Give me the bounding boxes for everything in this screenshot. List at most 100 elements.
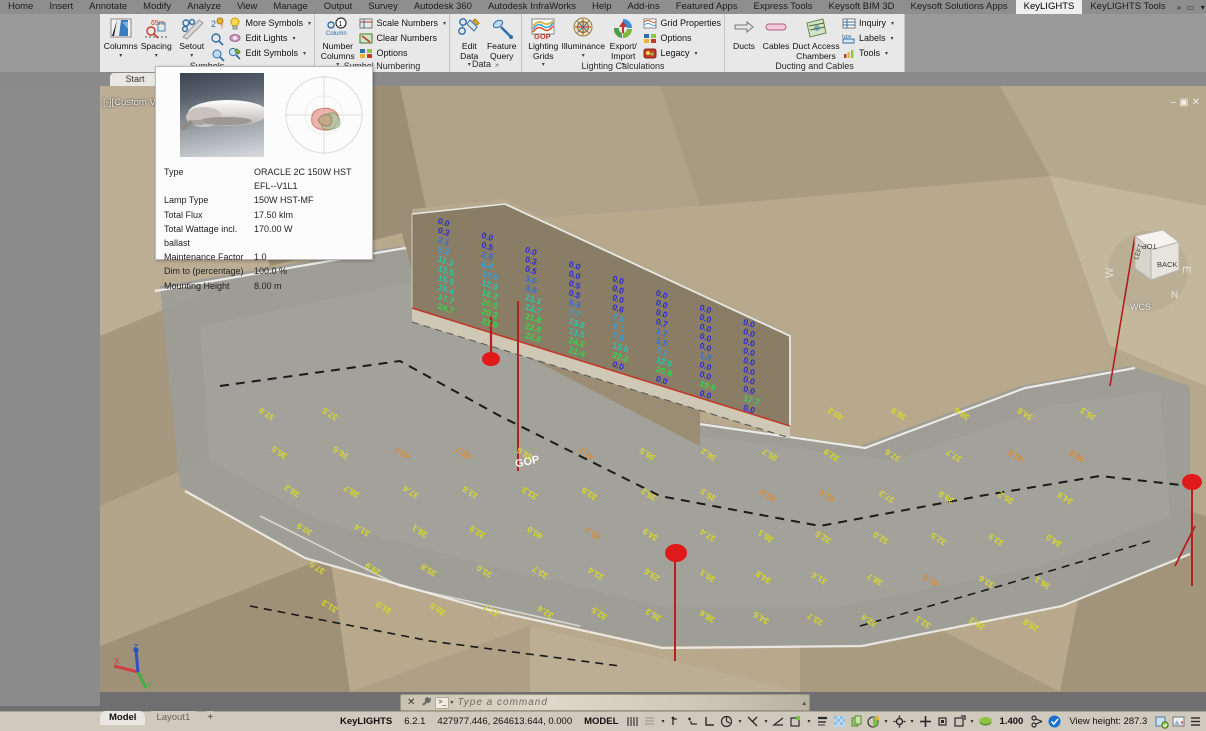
illuminance-button[interactable]: Illuminance ▾	[562, 16, 605, 61]
add-layout-button[interactable]: +	[202, 711, 218, 725]
annotation-monitor-icon[interactable]	[1030, 714, 1045, 729]
viewport-minimize-icon[interactable]: –	[1171, 98, 1177, 108]
ribbon-tab-keylights-tools[interactable]: KeyLIGHTS Tools	[1082, 0, 1173, 14]
document-tab-start[interactable]: Start	[110, 73, 160, 86]
grid-display-icon[interactable]	[625, 714, 640, 729]
ribbon-tab-output[interactable]: Output	[316, 0, 361, 14]
selection-cycling-icon[interactable]	[849, 714, 864, 729]
status-coordinates[interactable]: 427977.446, 264613.644, 0.000	[431, 716, 578, 727]
numbering-options-button[interactable]: Options	[359, 46, 446, 60]
wcs-label[interactable]: WCS	[1130, 302, 1151, 312]
command-history-caret-icon[interactable]: ▾	[450, 699, 453, 706]
workspace-switching-icon[interactable]	[1047, 714, 1062, 729]
ortho-mode-icon[interactable]	[702, 714, 717, 729]
lighting-options-button[interactable]: Options	[643, 31, 721, 45]
ucs-status-caret-icon[interactable]: ▾	[807, 718, 810, 725]
ribbon-tab-survey[interactable]: Survey	[360, 0, 406, 14]
gizmo-icon[interactable]	[935, 714, 950, 729]
tools-caret-icon[interactable]: ▾	[885, 50, 888, 57]
ribbon-tab-insert[interactable]: Insert	[41, 0, 81, 14]
duct-access-chambers-button[interactable]: Duct Access Chambers	[792, 16, 840, 61]
edit-lights-button[interactable]: Edit Lights ▾	[228, 31, 311, 45]
cables-button[interactable]: Cables	[760, 16, 792, 52]
ribbon-tab-add-ins[interactable]: Add-ins	[620, 0, 668, 14]
edit-lights-caret-icon[interactable]: ▾	[292, 35, 295, 42]
viewport-close-icon[interactable]: ✕	[1192, 98, 1200, 108]
tools-button[interactable]: Tools ▾	[842, 46, 894, 60]
grid-properties-button[interactable]: Grid Properties	[643, 16, 721, 30]
model-tab[interactable]: Model	[100, 711, 145, 725]
clear-numbers-button[interactable]: Clear Numbers	[359, 31, 446, 45]
ribbon-tab-keysoft-bim-3d[interactable]: Keysoft BIM 3D	[820, 0, 902, 14]
customization-menu-icon[interactable]	[1188, 714, 1203, 729]
edit-symbols-button[interactable]: Edit Symbols ▾	[228, 46, 311, 60]
ribbon-tab-home[interactable]: Home	[0, 0, 41, 14]
inquiry-button[interactable]: Inquiry ▾	[842, 16, 894, 30]
ribbon-tab-view[interactable]: View	[229, 0, 265, 14]
command-line-customize-icon[interactable]	[418, 696, 435, 710]
ribbon-tab-featured-apps[interactable]: Featured Apps	[668, 0, 746, 14]
ribbon-tab-analyze[interactable]: Analyze	[179, 0, 229, 14]
ribbon-tab-help[interactable]: Help	[584, 0, 620, 14]
command-line[interactable]: ✕ >_ ▾ Type a command ▴	[400, 694, 810, 711]
ribbon-tab-annotate[interactable]: Annotate	[81, 0, 135, 14]
labels-button[interactable]: type Labels ▾	[842, 31, 894, 45]
view-height-label[interactable]: View height: 287.3	[1063, 716, 1153, 727]
more-symbols-caret-icon[interactable]: ▾	[308, 20, 311, 27]
symbol-query-icon[interactable]	[210, 32, 225, 47]
viewcube[interactable]: W E N TOP BACK LEFT	[1105, 226, 1191, 312]
snap-mode-caret-icon[interactable]: ▾	[661, 718, 664, 725]
hardware-acceleration-icon[interactable]	[1154, 714, 1169, 729]
command-input[interactable]: Type a command	[457, 697, 798, 708]
ribbon-tab-autodesk-infraworks[interactable]: Autodesk InfraWorks	[480, 0, 584, 14]
annotation-visibility-caret-icon[interactable]: ▾	[971, 718, 974, 725]
ribbon-tab-express-tools[interactable]: Express Tools	[746, 0, 821, 14]
transparency-icon[interactable]	[832, 714, 847, 729]
ucs-status-icon[interactable]	[788, 714, 803, 729]
polar-tracking-caret-icon[interactable]: ▾	[738, 718, 741, 725]
ducts-button[interactable]: Ducts	[728, 16, 760, 52]
edit-symbols-caret-icon[interactable]: ▾	[303, 50, 306, 57]
object-snap-tracking-icon[interactable]	[771, 714, 786, 729]
infer-constraints-icon[interactable]	[668, 714, 683, 729]
lineweight-icon[interactable]	[815, 714, 830, 729]
legacy-caret-icon[interactable]: ▾	[695, 50, 698, 57]
panel-data-dialog-launcher-icon[interactable]: »	[495, 62, 499, 69]
ribbon-minimize-icon[interactable]: ▭	[1184, 3, 1198, 12]
ribbon-tab-keysoft-solutions-apps[interactable]: Keysoft Solutions Apps	[902, 0, 1015, 14]
viewport-restore-icon[interactable]: ▣	[1179, 98, 1188, 108]
columns-button[interactable]: Columns ▾	[103, 16, 138, 61]
scale-numbers-button[interactable]: Scale Numbers ▾	[359, 16, 446, 30]
polar-tracking-icon[interactable]	[719, 714, 734, 729]
isolate-objects-icon[interactable]	[1171, 714, 1186, 729]
legacy-button[interactable]: Legacy ▾	[643, 46, 721, 60]
command-line-close-icon[interactable]: ✕	[404, 697, 418, 708]
object-snap-icon[interactable]	[745, 714, 760, 729]
ribbon-display-options-caret-icon[interactable]: ▾	[1198, 3, 1206, 12]
spacing-button[interactable]: 65m Spacing ▾	[138, 16, 173, 61]
setout-button[interactable]: Setout ▾	[174, 16, 209, 61]
symbol-count-icon[interactable]: 2!	[210, 16, 225, 31]
ribbon-tab-manage[interactable]: Manage	[265, 0, 315, 14]
annotation-scale-icon[interactable]	[978, 714, 993, 729]
feature-query-button[interactable]: Feature Query	[486, 16, 519, 61]
selection-filter-icon[interactable]	[918, 714, 933, 729]
command-expand-icon[interactable]: ▴	[798, 699, 806, 707]
ribbon-overflow-icon[interactable]: »	[1174, 3, 1184, 12]
ribbon-tab-autodesk-360[interactable]: Autodesk 360	[406, 0, 480, 14]
labels-caret-icon[interactable]: ▾	[891, 35, 894, 42]
dynamic-ucs-icon[interactable]	[892, 714, 907, 729]
dynamic-input-icon[interactable]	[685, 714, 700, 729]
3d-object-snap-icon[interactable]	[866, 714, 881, 729]
ribbon-tab-keylights[interactable]: KeyLIGHTS	[1016, 0, 1083, 14]
annotation-scale-value[interactable]: 1.400	[994, 716, 1030, 727]
annotation-visibility-icon[interactable]	[952, 714, 967, 729]
object-snap-caret-icon[interactable]: ▾	[764, 718, 767, 725]
layout1-tab[interactable]: Layout1	[147, 711, 199, 725]
ribbon-tab-modify[interactable]: Modify	[135, 0, 179, 14]
dynamic-ucs-caret-icon[interactable]: ▾	[911, 718, 914, 725]
scale-numbers-caret-icon[interactable]: ▾	[443, 20, 446, 27]
3d-object-snap-caret-icon[interactable]: ▾	[885, 718, 888, 725]
command-prompt-icon[interactable]: >_	[435, 697, 449, 709]
status-space-toggle[interactable]: MODEL	[578, 716, 624, 727]
